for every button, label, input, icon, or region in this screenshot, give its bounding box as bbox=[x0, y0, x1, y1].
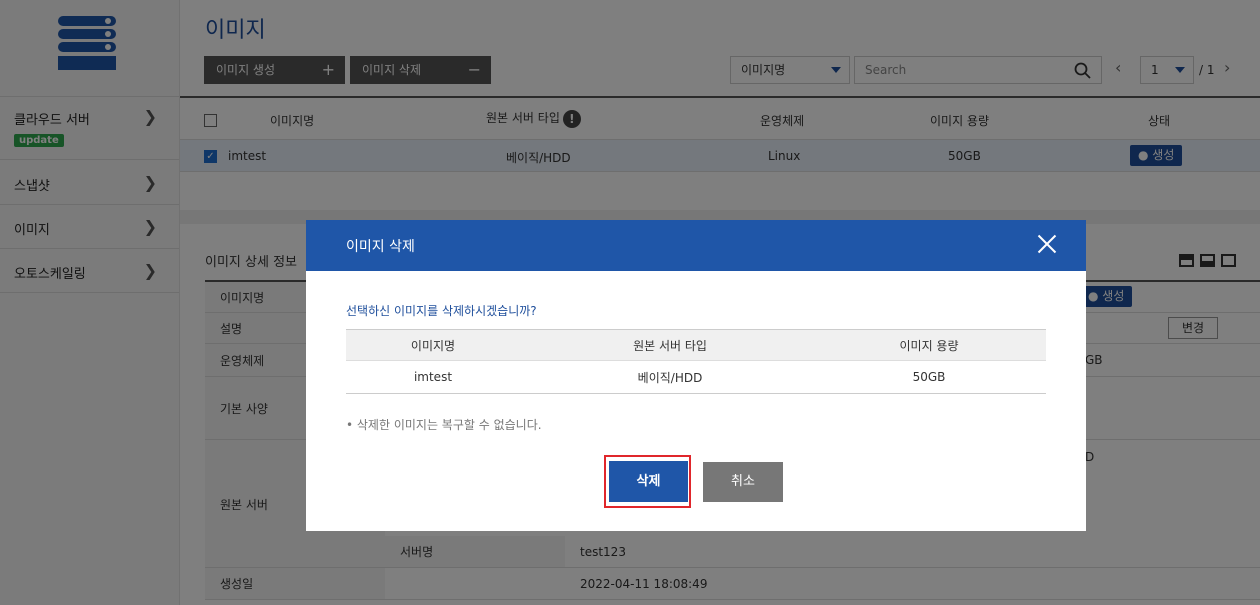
cancel-button[interactable]: 취소 bbox=[703, 462, 783, 502]
dialog-col-server-type: 원본 서버 타입 bbox=[633, 338, 707, 353]
close-icon[interactable] bbox=[1034, 232, 1060, 258]
dialog-table-header: 이미지명 원본 서버 타입 이미지 용량 bbox=[346, 329, 1046, 361]
confirm-highlight: 삭제 bbox=[604, 455, 691, 508]
dialog-table-row: imtest 베이직/HDD 50GB bbox=[346, 361, 1046, 394]
dialog-row-server-type: 베이직/HDD bbox=[637, 370, 703, 385]
dialog-note: • 삭제한 이미지는 복구할 수 없습니다. bbox=[346, 418, 542, 432]
dialog-col-size: 이미지 용량 bbox=[899, 338, 959, 353]
confirm-delete-button[interactable]: 삭제 bbox=[609, 461, 688, 502]
dialog-header: 이미지 삭제 bbox=[306, 220, 1086, 271]
dialog-message: 선택하신 이미지를 삭제하시겠습니까? bbox=[346, 304, 537, 318]
dialog-row-size: 50GB bbox=[912, 370, 946, 384]
dialog-title: 이미지 삭제 bbox=[346, 239, 415, 255]
dialog-col-name: 이미지명 bbox=[410, 338, 456, 353]
delete-image-dialog: 이미지 삭제 선택하신 이미지를 삭제하시겠습니까? 이미지명 원본 서버 타입… bbox=[306, 220, 1086, 531]
dialog-row-name: imtest bbox=[413, 370, 453, 384]
